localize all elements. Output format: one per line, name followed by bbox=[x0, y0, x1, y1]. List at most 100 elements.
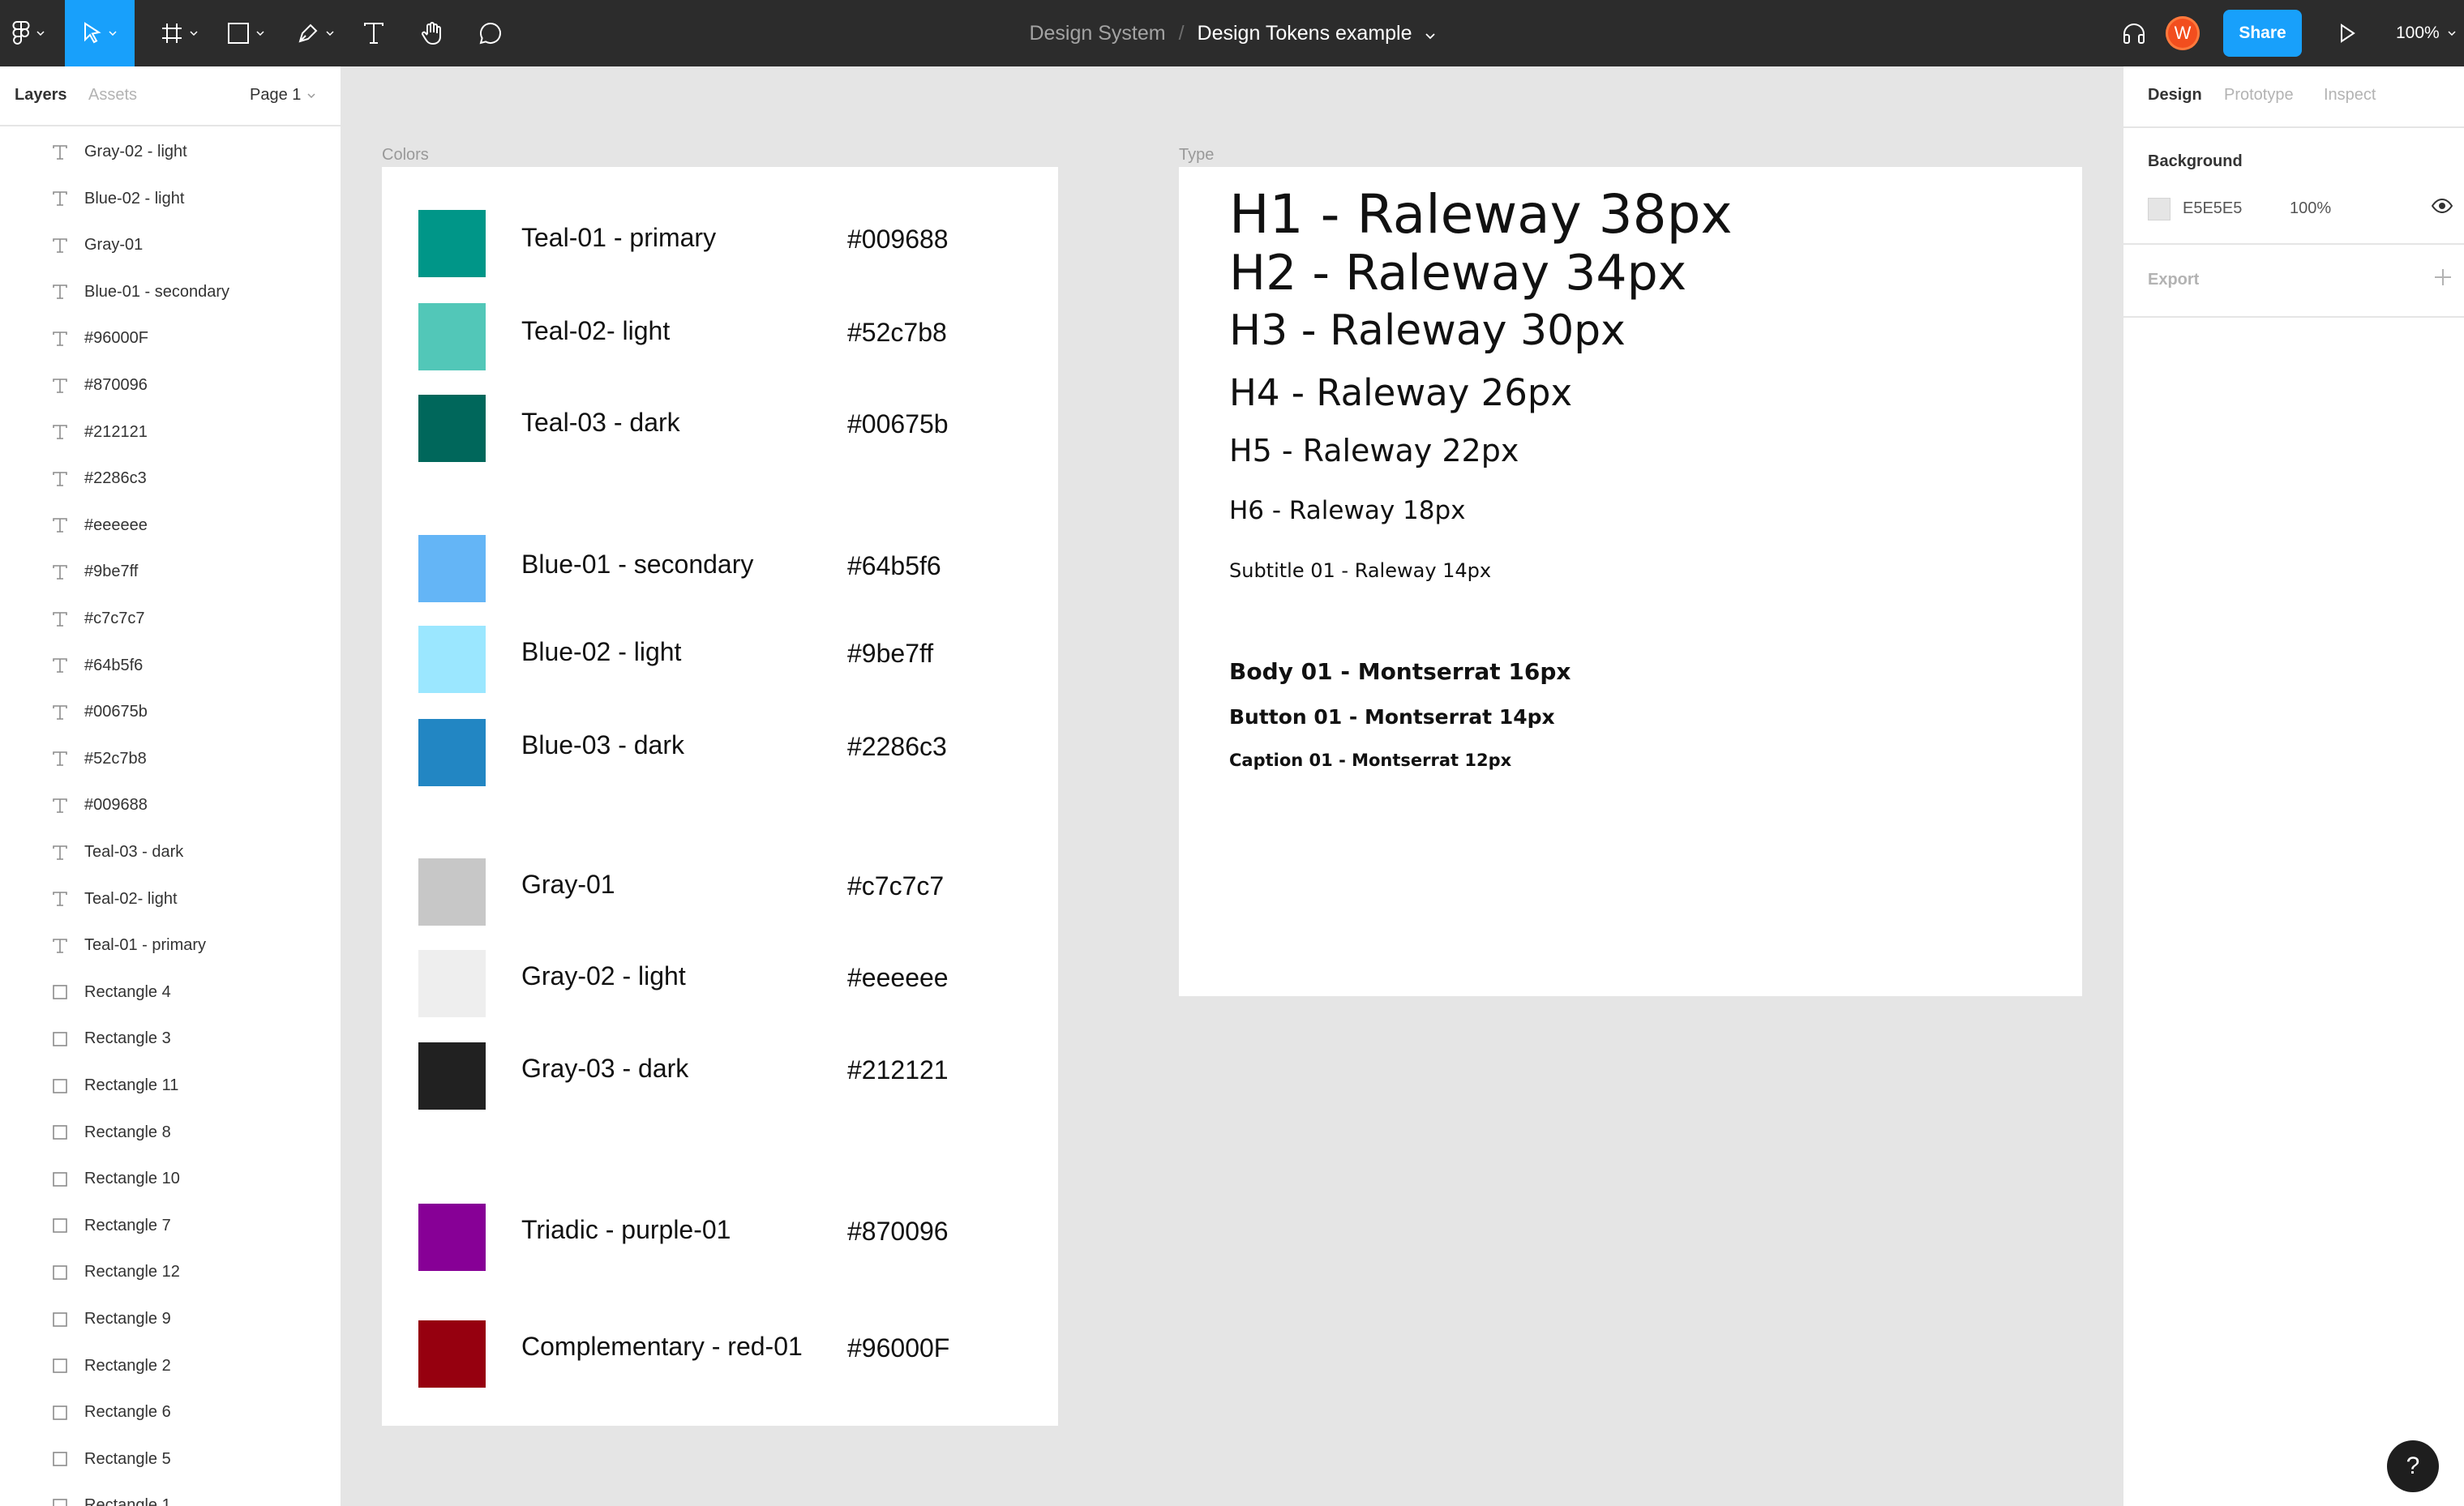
layer-row[interactable]: Rectangle 5 bbox=[0, 1436, 341, 1482]
add-export-icon[interactable] bbox=[2433, 267, 2453, 291]
type-style-sample[interactable]: H5 - Raleway 22px bbox=[1229, 433, 1519, 468]
layer-row[interactable]: Rectangle 4 bbox=[0, 969, 341, 1016]
color-swatch[interactable] bbox=[418, 535, 486, 602]
tab-layers[interactable]: Layers bbox=[15, 86, 67, 105]
color-name[interactable]: Blue-02 - light bbox=[521, 637, 681, 667]
color-name[interactable]: Teal-01 - primary bbox=[521, 223, 716, 253]
avatar[interactable]: W bbox=[2166, 16, 2200, 50]
color-hex[interactable]: #00675b bbox=[847, 409, 949, 439]
tab-inspect[interactable]: Inspect bbox=[2324, 86, 2376, 105]
hand-tool-button[interactable] bbox=[414, 0, 451, 66]
layer-row[interactable]: Rectangle 11 bbox=[0, 1063, 341, 1109]
color-hex[interactable]: #212121 bbox=[847, 1055, 949, 1085]
color-swatch[interactable] bbox=[418, 303, 486, 370]
background-hex-input[interactable]: E5E5E5 bbox=[2183, 199, 2242, 218]
color-hex[interactable]: #2286c3 bbox=[847, 732, 947, 762]
layer-row[interactable]: #00675b bbox=[0, 689, 341, 735]
pen-tool-button[interactable] bbox=[287, 0, 344, 66]
page-selector[interactable]: Page 1 bbox=[250, 86, 315, 105]
color-name[interactable]: Complementary - red-01 bbox=[521, 1332, 803, 1362]
color-hex[interactable]: #870096 bbox=[847, 1217, 949, 1247]
tab-prototype[interactable]: Prototype bbox=[2224, 86, 2294, 105]
color-swatch[interactable] bbox=[418, 626, 486, 693]
layer-row[interactable]: #c7c7c7 bbox=[0, 596, 341, 642]
layer-row[interactable]: #52c7b8 bbox=[0, 736, 341, 782]
color-hex[interactable]: #64b5f6 bbox=[847, 551, 941, 581]
layer-row[interactable]: Rectangle 12 bbox=[0, 1249, 341, 1295]
color-swatch[interactable] bbox=[418, 858, 486, 926]
layer-row[interactable]: Teal-03 - dark bbox=[0, 829, 341, 875]
color-swatch[interactable] bbox=[418, 719, 486, 786]
color-swatch[interactable] bbox=[418, 1320, 486, 1388]
color-swatch[interactable] bbox=[418, 1204, 486, 1271]
color-name[interactable]: Teal-03 - dark bbox=[521, 408, 680, 438]
layer-row[interactable]: #eeeeee bbox=[0, 503, 341, 549]
layer-row[interactable]: Rectangle 1 bbox=[0, 1482, 341, 1506]
move-tool-button[interactable] bbox=[65, 0, 135, 66]
present-button[interactable] bbox=[2329, 0, 2366, 66]
layer-row[interactable]: Blue-02 - light bbox=[0, 176, 341, 222]
color-hex[interactable]: #eeeeee bbox=[847, 963, 949, 993]
help-button[interactable]: ? bbox=[2387, 1440, 2439, 1492]
text-tool-button[interactable] bbox=[355, 0, 392, 66]
color-name[interactable]: Teal-02- light bbox=[521, 316, 670, 346]
layer-row[interactable]: #2286c3 bbox=[0, 456, 341, 502]
type-style-sample[interactable]: H2 - Raleway 34px bbox=[1229, 245, 1686, 302]
tab-assets[interactable]: Assets bbox=[88, 86, 137, 105]
tab-design[interactable]: Design bbox=[2148, 86, 2202, 105]
color-hex[interactable]: #c7c7c7 bbox=[847, 871, 944, 901]
color-name[interactable]: Gray-01 bbox=[521, 870, 615, 900]
color-hex[interactable]: #52c7b8 bbox=[847, 318, 947, 348]
background-color-swatch[interactable] bbox=[2148, 198, 2170, 220]
color-name[interactable]: Blue-03 - dark bbox=[521, 730, 684, 760]
color-name[interactable]: Blue-01 - secondary bbox=[521, 550, 753, 580]
color-name[interactable]: Gray-02 - light bbox=[521, 961, 686, 991]
layer-row[interactable]: #9be7ff bbox=[0, 549, 341, 595]
layer-row[interactable]: Teal-02- light bbox=[0, 876, 341, 922]
layer-row[interactable]: Gray-02 - light bbox=[0, 129, 341, 175]
zoom-control[interactable]: 100% bbox=[2396, 0, 2456, 66]
background-opacity-input[interactable]: 100% bbox=[2290, 199, 2331, 218]
color-swatch[interactable] bbox=[418, 395, 486, 462]
color-swatch[interactable] bbox=[418, 1042, 486, 1110]
layer-row[interactable]: #009688 bbox=[0, 782, 341, 828]
type-frame-label[interactable]: Type bbox=[1179, 146, 1214, 165]
type-style-sample[interactable]: Button 01 - Montserrat 14px bbox=[1229, 705, 1555, 729]
layer-row[interactable]: Rectangle 7 bbox=[0, 1203, 341, 1249]
color-hex[interactable]: #009688 bbox=[847, 225, 949, 255]
type-style-sample[interactable]: Caption 01 - Montserrat 12px bbox=[1229, 751, 1511, 770]
type-style-sample[interactable]: H3 - Raleway 30px bbox=[1229, 306, 1626, 355]
colors-frame-label[interactable]: Colors bbox=[382, 146, 429, 165]
colors-frame[interactable]: Teal-01 - primary #009688 Teal-02- light #5… bbox=[382, 167, 1058, 1426]
color-swatch[interactable] bbox=[418, 210, 486, 277]
color-name[interactable]: Gray-03 - dark bbox=[521, 1054, 688, 1084]
type-style-sample[interactable]: H1 - Raleway 38px bbox=[1229, 183, 1733, 246]
share-button[interactable]: Share bbox=[2223, 10, 2302, 57]
layer-row[interactable]: #212121 bbox=[0, 409, 341, 456]
project-name[interactable]: Design System bbox=[1029, 22, 1165, 45]
layer-row[interactable]: Rectangle 8 bbox=[0, 1110, 341, 1156]
type-frame[interactable]: H1 - Raleway 38px H2 - Raleway 34px H3 - R… bbox=[1179, 167, 2082, 996]
eye-icon[interactable] bbox=[2431, 198, 2453, 218]
file-menu-chevron-icon[interactable] bbox=[1425, 22, 1435, 45]
layer-row[interactable]: Teal-01 - primary bbox=[0, 922, 341, 969]
type-style-sample[interactable]: Body 01 - Montserrat 16px bbox=[1229, 658, 1571, 685]
layer-row[interactable]: Gray-01 bbox=[0, 222, 341, 268]
color-name[interactable]: Triadic - purple-01 bbox=[521, 1215, 731, 1245]
layer-row[interactable]: Rectangle 6 bbox=[0, 1389, 341, 1435]
layer-row[interactable]: Rectangle 3 bbox=[0, 1016, 341, 1062]
layer-row[interactable]: #870096 bbox=[0, 362, 341, 409]
color-hex[interactable]: #96000F bbox=[847, 1333, 949, 1363]
audio-button[interactable] bbox=[2115, 0, 2153, 66]
type-style-sample[interactable]: H6 - Raleway 18px bbox=[1229, 496, 1466, 525]
file-name[interactable]: Design Tokens example bbox=[1198, 22, 1412, 45]
layer-row[interactable]: Blue-01 - secondary bbox=[0, 269, 341, 315]
layer-row[interactable]: #64b5f6 bbox=[0, 643, 341, 689]
frame-tool-button[interactable] bbox=[151, 0, 208, 66]
layer-row[interactable]: Rectangle 10 bbox=[0, 1156, 341, 1202]
type-style-sample[interactable]: H4 - Raleway 26px bbox=[1229, 371, 1572, 414]
color-swatch[interactable] bbox=[418, 950, 486, 1017]
type-style-sample[interactable]: Subtitle 01 - Raleway 14px bbox=[1229, 559, 1491, 582]
layer-row[interactable]: #96000F bbox=[0, 315, 341, 362]
color-hex[interactable]: #9be7ff bbox=[847, 639, 933, 669]
